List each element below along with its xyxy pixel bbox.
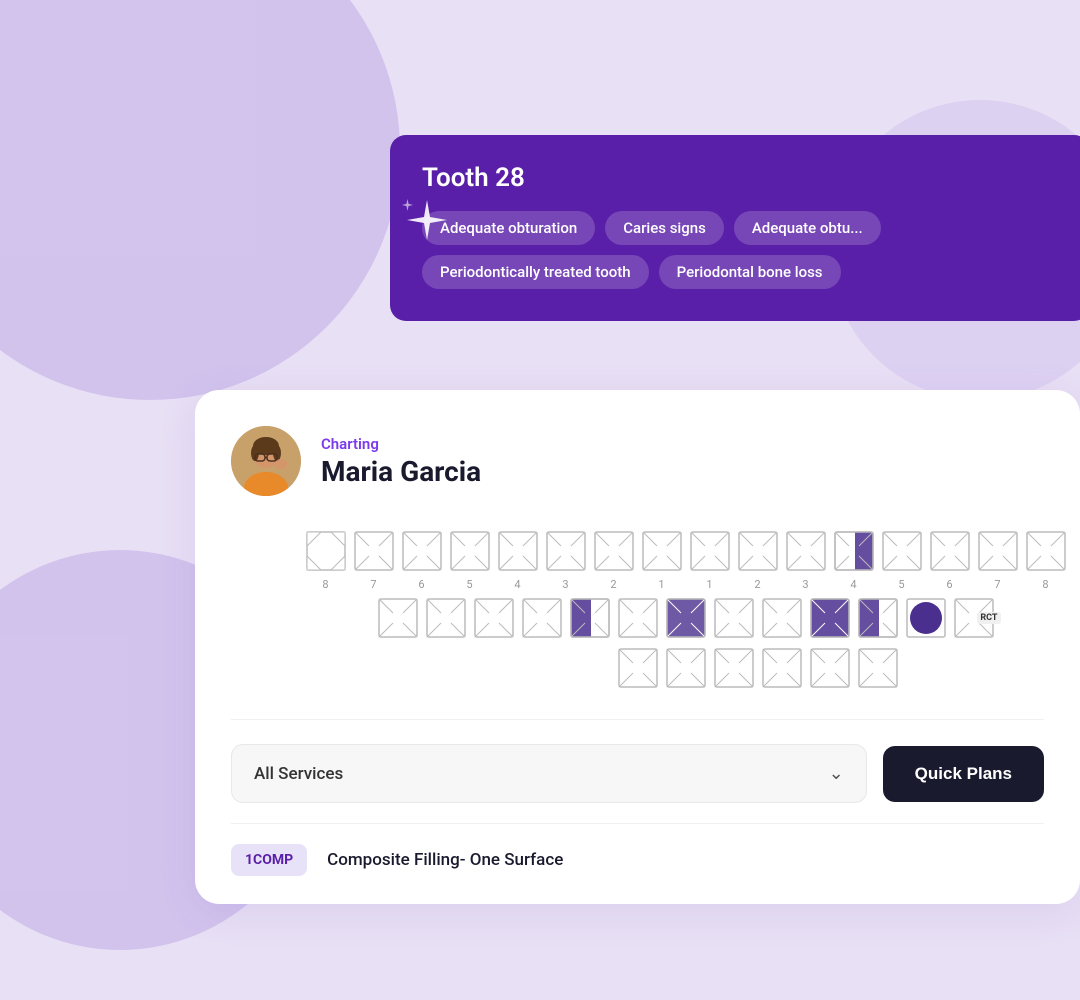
bottom-section: All Services ⌄ Quick Plans 1COMP Composi… [231,719,1044,876]
tooth-lower-left-6[interactable] [471,595,517,641]
lower-bottom-row [375,645,901,691]
num-8r: 8 [1023,578,1069,591]
tooth-bottom-7[interactable] [711,645,757,691]
tooth-lower-left-2[interactable] [663,595,709,641]
num-6r: 6 [927,578,973,591]
tooth-bottom-6[interactable] [663,645,709,691]
rct-label: RCT [977,612,1000,624]
controls-row: All Services ⌄ Quick Plans [231,744,1044,803]
card-header: Charting Maria Garcia [231,426,1044,496]
lower-row: RCT [279,595,997,641]
tooth-upper-right-4[interactable] [831,528,877,574]
tooth-lower-left-4[interactable] [567,595,613,641]
num-2l: 2 [591,578,637,591]
upper-numbers: 8 7 6 5 4 3 2 1 1 2 3 4 5 6 7 8 [207,578,1069,591]
num-1r: 1 [687,578,733,591]
tooth-lower-right-3[interactable] [855,595,901,641]
tooth-upper-left-8[interactable] [303,528,349,574]
tooth-upper-right-7[interactable] [975,528,1021,574]
sparkle-icon [400,195,455,254]
dental-chart: 8 7 6 5 4 3 2 1 1 2 3 4 5 6 7 8 [231,528,1044,691]
num-1l: 1 [639,578,685,591]
tooth-upper-left-5[interactable] [447,528,493,574]
main-card: Charting Maria Garcia [195,390,1080,904]
tooth-bottom-10[interactable] [855,645,901,691]
tooth-upper-left-3[interactable] [543,528,589,574]
num-8l: 8 [303,578,349,591]
services-label: All Services [254,764,343,784]
num-5l: 5 [447,578,493,591]
patient-info: Charting Maria Garcia [321,435,481,488]
divider [231,823,1044,824]
service-code-badge: 1COMP [231,844,307,876]
bg-blob-1 [0,0,400,400]
num-3r: 3 [783,578,829,591]
tooth-upper-left-6[interactable] [399,528,445,574]
tooltip-card: Tooth 28 Adequate obturation Caries sign… [390,135,1080,321]
num-7l: 7 [351,578,397,591]
tooth-upper-right-3[interactable] [783,528,829,574]
tooth-upper-right-1[interactable] [687,528,733,574]
tooth-upper-right-8[interactable] [1023,528,1069,574]
num-3l: 3 [543,578,589,591]
tooth-bottom-9[interactable] [807,645,853,691]
tooth-upper-left-1[interactable] [639,528,685,574]
patient-name: Maria Garcia [321,455,481,488]
tooth-upper-left-2[interactable] [591,528,637,574]
tooth-upper-left-7[interactable] [351,528,397,574]
tooth-lower-right-2[interactable] [807,595,853,641]
tooth-lower-left-7[interactable] [423,595,469,641]
num-4r: 4 [831,578,877,591]
tooth-upper-right-6[interactable] [927,528,973,574]
tag-3: Adequate obtu... [734,211,881,245]
tooth-lower-left-1[interactable] [711,595,757,641]
num-6l: 6 [399,578,445,591]
tooth-lower-left-8[interactable] [375,595,421,641]
tooth-title: Tooth 28 [422,163,1058,193]
avatar [231,426,301,496]
num-2r: 2 [735,578,781,591]
chevron-down-icon: ⌄ [829,763,844,784]
all-services-dropdown[interactable]: All Services ⌄ [231,744,867,803]
num-4l: 4 [495,578,541,591]
tag-2: Caries signs [605,211,724,245]
tooth-lower-left-5[interactable] [519,595,565,641]
tooth-lower-right-1[interactable] [759,595,805,641]
tag-5: Periodontal bone loss [659,255,841,289]
tooth-upper-right-5[interactable] [879,528,925,574]
tag-4: Periodontically treated tooth [422,255,649,289]
tooth-lower-right-4[interactable] [903,595,949,641]
tooth-upper-left-4[interactable] [495,528,541,574]
section-label: Charting [321,435,481,453]
tooth-upper-right-2[interactable] [735,528,781,574]
tooth-bottom-5[interactable] [615,645,661,691]
teeth-section: 8 7 6 5 4 3 2 1 1 2 3 4 5 6 7 8 [231,528,1044,691]
tooth-bottom-8[interactable] [759,645,805,691]
num-7r: 7 [975,578,1021,591]
upper-top-row [207,528,1069,574]
num-5r: 5 [879,578,925,591]
tooth-lower-right-5-rct[interactable]: RCT [951,595,997,641]
tooltip-tags: Adequate obturation Caries signs Adequat… [422,211,1058,289]
service-row: 1COMP Composite Filling- One Surface [231,844,1044,876]
service-name: Composite Filling- One Surface [327,850,563,870]
quick-plans-button[interactable]: Quick Plans [883,746,1044,802]
tooth-lower-left-3[interactable] [615,595,661,641]
